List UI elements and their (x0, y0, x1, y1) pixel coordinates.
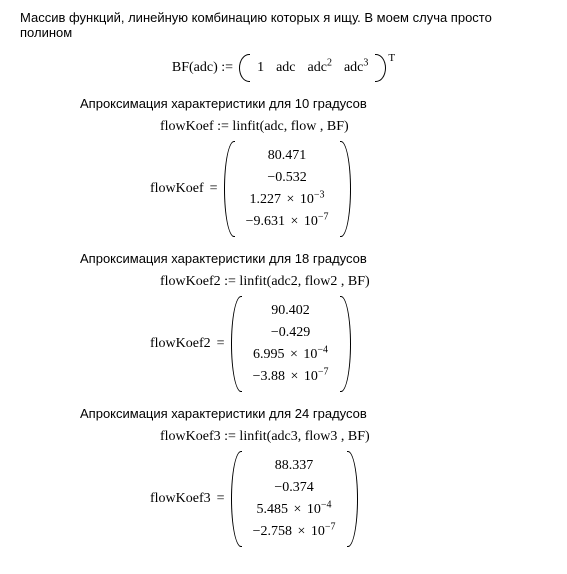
linfit-assign-0: flowKoef := linfit(adc, flow , BF) (160, 119, 547, 135)
bf-elem-2: adc2 (308, 60, 332, 76)
basis-function-definition: BF(adc) := 1 adc adc2 adc3 T (20, 54, 547, 82)
result-name-0: flowKoef (150, 181, 204, 197)
equals-sign: = (210, 181, 218, 197)
approx-label-2: Апроксимация характеристики для 24 граду… (80, 406, 547, 421)
bf-lhs: BF(adc) := (172, 60, 233, 76)
matrix-cell-0-0: 80.471 (242, 145, 333, 167)
result-name-1: flowKoef2 (150, 336, 211, 352)
matrix-cell-1-1: −0.429 (249, 322, 333, 344)
bf-vector: 1 adc adc2 adc3 (239, 54, 386, 82)
bf-elem-1: adc (276, 60, 295, 76)
equals-sign: = (217, 491, 225, 507)
linfit-assign-2: flowKoef3 := linfit(adc3, flow3 , BF) (160, 429, 547, 445)
matrix-cell-1-3: −3.88 × 10−7 (249, 366, 333, 388)
approx-label-0: Апроксимация характеристики для 10 граду… (80, 96, 547, 111)
bf-elem-0: 1 (257, 60, 264, 76)
intro-text: Массив функций, линейную комбинацию кото… (20, 10, 547, 40)
result-matrix-2: flowKoef3 = 88.337−0.3745.485 × 10−4−2.758… (150, 451, 547, 547)
equals-sign: = (217, 336, 225, 352)
matrix-cell-2-3: −2.758 × 10−7 (249, 521, 340, 543)
bf-elem-3: adc3 (344, 60, 368, 76)
result-matrix-0: flowKoef = 80.471−0.5321.227 × 10−3−9.631 … (150, 141, 547, 237)
approx-label-1: Апроксимация характеристики для 18 граду… (80, 251, 547, 266)
transpose-marker: T (388, 52, 395, 64)
matrix-cell-2-1: −0.374 (249, 477, 340, 499)
matrix-cell-0-2: 1.227 × 10−3 (242, 189, 333, 211)
matrix-cell-1-2: 6.995 × 10−4 (249, 344, 333, 366)
linfit-assign-1: flowKoef2 := linfit(adc2, flow2 , BF) (160, 274, 547, 290)
matrix-cell-2-2: 5.485 × 10−4 (249, 499, 340, 521)
matrix-cell-0-3: −9.631 × 10−7 (242, 211, 333, 233)
matrix-cell-2-0: 88.337 (249, 455, 340, 477)
matrix-cell-1-0: 90.402 (249, 300, 333, 322)
matrix-cell-0-1: −0.532 (242, 167, 333, 189)
result-matrix-1: flowKoef2 = 90.402−0.4296.995 × 10−4−3.88 … (150, 296, 547, 392)
result-name-2: flowKoef3 (150, 491, 211, 507)
